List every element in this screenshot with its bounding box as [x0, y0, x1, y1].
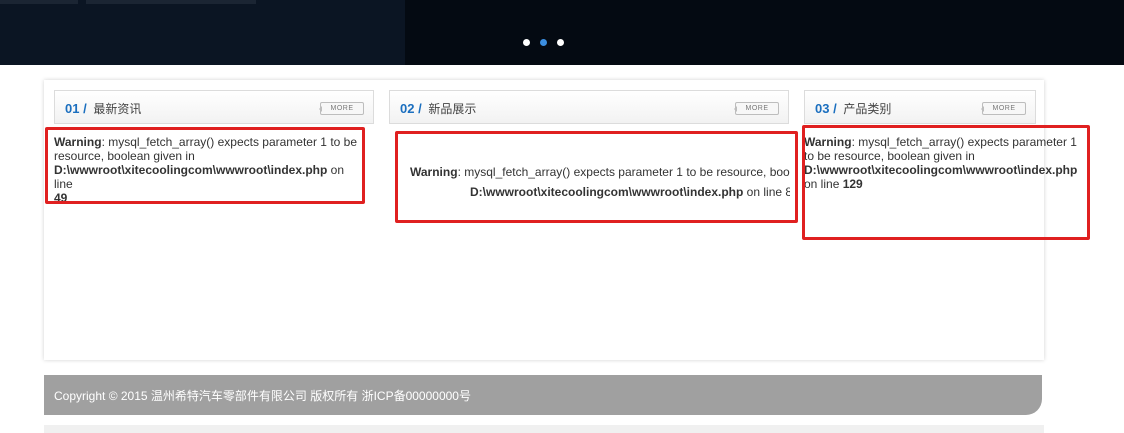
column-header: 01 / 最新资讯 MORE: [54, 90, 374, 124]
banner-edge-b: [86, 0, 256, 4]
more-button[interactable]: MORE: [734, 102, 779, 115]
slider-dot-2[interactable]: [540, 39, 547, 46]
column-title-text: 产品类别: [843, 102, 892, 116]
column-news: 01 / 最新资讯 MORE: [54, 90, 374, 124]
column-title-text: 最新资讯: [93, 102, 142, 116]
column-title-text: 新品展示: [428, 102, 477, 116]
column-product-categories: 03 / 产品类别 MORE: [804, 90, 1036, 124]
column-new-products: 02 / 新品展示 MORE: [389, 90, 789, 124]
slider-dot-3[interactable]: [557, 39, 564, 46]
footer-bottom-strip: [44, 425, 1044, 433]
banner-edge-a: [0, 0, 78, 4]
more-button[interactable]: MORE: [981, 102, 1026, 115]
hero-banner: [0, 0, 1124, 65]
column-title: 03 / 产品类别: [815, 101, 892, 116]
footer: Copyright © 2015 温州希特汽车零部件有限公司 版权所有 浙ICP…: [44, 375, 1042, 415]
slider-dot-1[interactable]: [523, 39, 530, 46]
column-header: 03 / 产品类别 MORE: [804, 90, 1036, 124]
column-title: 01 / 最新资讯: [65, 101, 142, 116]
column-title: 02 / 新品展示: [400, 101, 477, 116]
column-header: 02 / 新品展示 MORE: [389, 90, 789, 124]
highlight-box-1: [45, 127, 365, 204]
banner-image-panel: [0, 0, 405, 65]
more-button[interactable]: MORE: [319, 102, 364, 115]
highlight-box-3: [802, 125, 1090, 240]
slider-dots: [520, 39, 568, 47]
highlight-box-2: [395, 131, 798, 223]
copyright-text: Copyright © 2015 温州希特汽车零部件有限公司 版权所有 浙ICP…: [54, 389, 471, 403]
